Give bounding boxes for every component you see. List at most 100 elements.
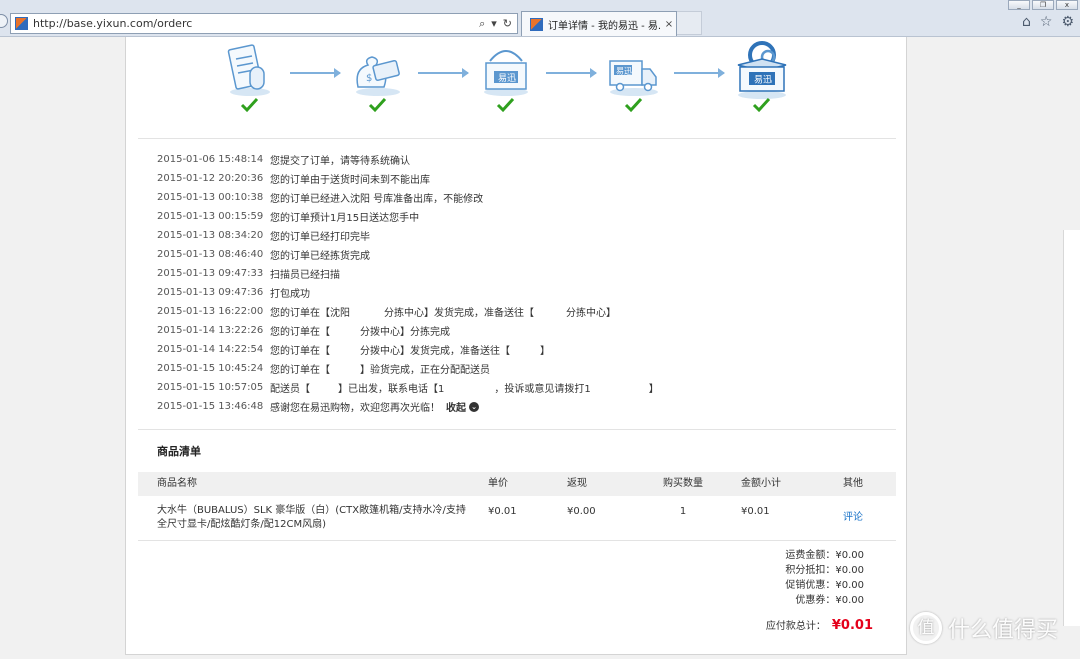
promo-discount: 促销优惠：¥0.00: [785, 580, 864, 591]
total-label: 应付款总计：: [765, 621, 826, 632]
log-message-part: 分拣中心】: [566, 308, 616, 319]
review-link[interactable]: 评论: [838, 511, 868, 525]
search-icon[interactable]: ⌕: [479, 17, 485, 31]
log-message-part: 配送员【: [270, 384, 310, 395]
log-message: 您的订单在【 】验货完成，正在分配配送员: [270, 361, 490, 376]
log-message-part: 分拣中心】发货完成，准备送往【: [384, 308, 534, 319]
product-name[interactable]: 大水牛（BUBALUS）SLK 豪华版（白）(CTX敞篷机箱/支持水冷/支持全尺…: [157, 504, 467, 532]
tab-title[interactable]: 订单详情 - 我的易迅 - 易...: [548, 17, 662, 32]
back-button[interactable]: [0, 14, 8, 28]
log-row: 2015-01-15 10:57:05 配送员【 】已出发，联系电话【1 ，投诉或意…: [157, 378, 857, 397]
log-message: 您提交了订单，请等待系统确认: [270, 156, 410, 167]
payment-card-icon: $: [356, 56, 400, 113]
settings-icon[interactable]: ⚙: [1061, 14, 1074, 30]
product-subtotal: ¥0.01: [741, 506, 770, 517]
step-arrow: [674, 68, 725, 78]
url-text[interactable]: http://base.yixun.com/orderc: [33, 17, 479, 30]
log-row: 2015-01-13 09:47:36 打包成功: [157, 283, 857, 302]
log-message: 您的订单已经打印完毕: [270, 232, 370, 243]
divider: [138, 138, 896, 139]
log-message: 您的订单在【 分拨中心】分拣完成: [270, 323, 450, 338]
watermark: 值 什么值得买: [910, 612, 1058, 644]
col-header-qty: 购买数量: [663, 478, 703, 489]
address-bar[interactable]: http://base.yixun.com/orderc ⌕ ▾ ↻: [10, 13, 518, 34]
col-header-price: 单价: [488, 478, 508, 489]
log-time: 2015-01-13 09:47:36: [157, 287, 264, 298]
step-arrow: [546, 68, 597, 78]
dropdown-icon[interactable]: ▾: [491, 17, 497, 30]
log-message: 感谢您在易迅购物，欢迎您再次光临！: [270, 403, 440, 414]
col-header-cashback: 返现: [567, 478, 587, 489]
log-message-part: 】: [540, 346, 550, 357]
table-row: 大水牛（BUBALUS）SLK 豪华版（白）(CTX敞篷机箱/支持水冷/支持全尺…: [138, 504, 896, 538]
order-form-icon: [227, 44, 270, 113]
home-icon[interactable]: ⌂: [1022, 14, 1031, 30]
log-message: 配送员【 】已出发，联系电话【1 ，投诉或意见请拨打1 】: [270, 380, 659, 395]
log-time: 2015-01-15 10:45:24: [157, 363, 264, 374]
col-header-other: 其他: [843, 478, 863, 489]
total-payable: 应付款总计： ¥0.01: [766, 617, 873, 633]
step-arrow: [418, 68, 469, 78]
log-row: 2015-01-13 00:15:59 您的订单预计1月15日送达您手中: [157, 207, 857, 226]
step-delivery: 易迅: [596, 39, 672, 123]
redacted-block: [330, 326, 360, 338]
log-message-part: 】: [648, 384, 659, 395]
tab-close-icon[interactable]: ×: [662, 19, 676, 30]
new-tab-button[interactable]: [677, 11, 702, 35]
divider: [138, 540, 896, 541]
step-order-form: [212, 39, 288, 123]
collapse-label[interactable]: 收起: [446, 399, 466, 414]
log-row: 2015-01-13 16:22:00 您的订单在【沈阳 分拣中心】发货完成，准备…: [157, 302, 857, 321]
site-favicon-icon: [15, 17, 28, 30]
window-restore-button[interactable]: ❐: [1032, 0, 1054, 10]
log-message-part: 】已出发，联系电话【1: [338, 384, 445, 395]
col-header-name: 商品名称: [157, 478, 197, 489]
log-message-part: 您的订单在【: [270, 346, 330, 357]
browser-tab[interactable]: 订单详情 - 我的易迅 - 易... ×: [521, 11, 677, 36]
order-detail-panel: $ 易迅 易迅 易迅 2015-01-06 15:48:14 您提交了订单，请等…: [125, 37, 907, 655]
redacted-block: [350, 307, 384, 319]
log-time: 2015-01-06 15:48:14: [157, 154, 264, 165]
log-row: 2015-01-12 20:20:36 您的订单由于送货时间未到不能出库: [157, 169, 857, 188]
received-package-icon: 易迅: [737, 41, 787, 113]
step-payment: $: [340, 39, 416, 123]
divider: [138, 429, 896, 430]
product-qty: 1: [679, 506, 687, 517]
window-minimize-button[interactable]: _: [1008, 0, 1030, 10]
product-cashback: ¥0.00: [567, 506, 596, 517]
redacted-block: [330, 364, 360, 376]
product-price: ¥0.01: [488, 506, 517, 517]
step-warehouse: 易迅: [468, 39, 544, 123]
log-row: 2015-01-13 08:34:20 您的订单已经打印完毕: [157, 226, 857, 245]
log-time: 2015-01-13 00:15:59: [157, 211, 264, 222]
log-row: 2015-01-06 15:48:14 您提交了订单，请等待系统确认: [157, 150, 857, 169]
log-time: 2015-01-14 14:22:54: [157, 344, 264, 355]
refresh-icon[interactable]: ↻: [503, 17, 512, 30]
coupon-discount: 优惠券：¥0.00: [795, 595, 864, 606]
svg-text:$: $: [366, 73, 372, 84]
log-message-part: ，投诉或意见请拨打1: [494, 384, 591, 395]
delivery-truck-icon: 易迅: [609, 60, 658, 113]
order-progress: $ 易迅 易迅 易迅: [212, 39, 812, 129]
favorites-icon[interactable]: ☆: [1040, 14, 1053, 30]
redacted-block: [310, 383, 338, 395]
log-row: 2015-01-13 00:10:38 您的订单已经进入沈阳 号库准备出库，不能…: [157, 188, 857, 207]
log-time: 2015-01-15 10:57:05: [157, 382, 264, 393]
log-message: 扫描员已经扫描: [270, 270, 340, 281]
step-logo-text: 易迅: [498, 73, 516, 84]
chevron-down-icon[interactable]: ⌄: [469, 401, 479, 412]
points-deduction: 积分抵扣：¥0.00: [785, 565, 864, 576]
collapse-log-link[interactable]: 收起 ⌄: [446, 399, 479, 414]
cost-summary: 运费金额：¥0.00 积分抵扣：¥0.00 促销优惠：¥0.00 优惠券：¥0.…: [785, 548, 864, 608]
log-row: 2015-01-13 08:46:40 您的订单已经拣货完成: [157, 245, 857, 264]
total-amount: ¥0.01: [831, 618, 873, 633]
watermark-text: 什么值得买: [948, 618, 1059, 643]
log-message: 您的订单在【 分拨中心】发货完成，准备送往【 】: [270, 342, 550, 357]
log-time: 2015-01-13 08:46:40: [157, 249, 264, 260]
window-close-button[interactable]: x: [1056, 0, 1078, 10]
redacted-block: [330, 345, 360, 357]
log-time: 2015-01-15 13:46:48: [157, 401, 264, 412]
log-message: 您的订单已经拣货完成: [270, 251, 370, 262]
order-tracking-log: 2015-01-06 15:48:14 您提交了订单，请等待系统确认 2015-…: [157, 150, 857, 416]
log-row: 2015-01-13 09:47:33 扫描员已经扫描: [157, 264, 857, 283]
